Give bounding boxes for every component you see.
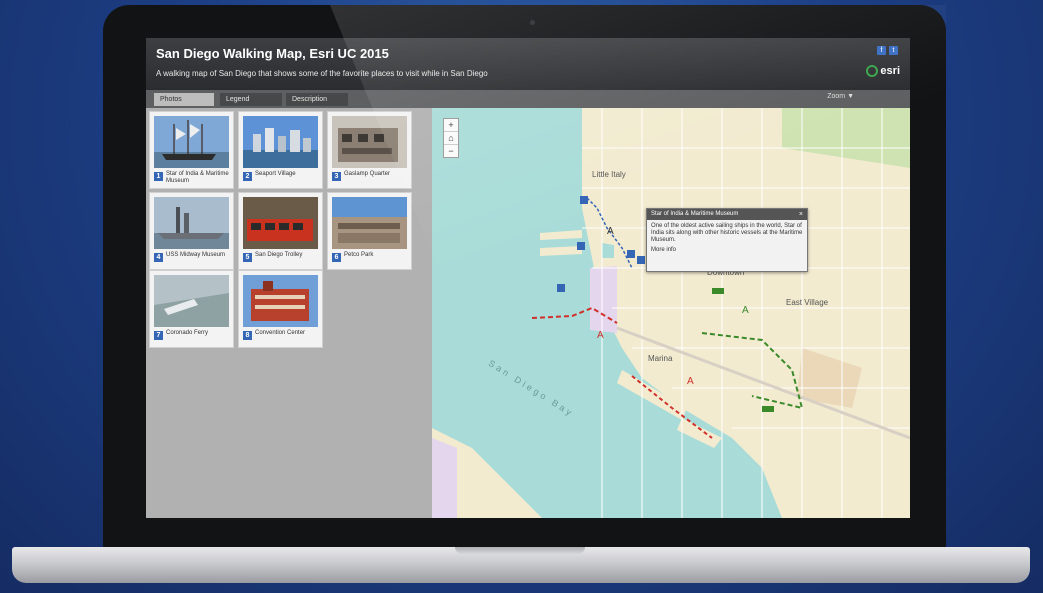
photo-card[interactable]: 4 USS Midway Museum [149,192,234,270]
photo-thumbnail [332,116,407,168]
photo-card[interactable]: 8 Convention Center [238,270,323,348]
card-title: Seaport Village [255,171,296,177]
photo-thumbnail [332,197,407,249]
card-number: 2 [243,172,252,181]
card-number: 8 [243,331,252,340]
laptop-notch [455,547,585,554]
photo-thumbnail [154,116,229,168]
svg-text:A: A [742,305,749,316]
svg-text:A: A [597,330,604,341]
app-title: San Diego Walking Map, Esri UC 2015 [156,46,389,61]
photo-thumbnail [154,197,229,249]
card-number: 1 [154,172,163,181]
photo-thumbnail [243,116,318,168]
photo-card[interactable]: 2 Seaport Village [238,111,323,189]
popup-more-link[interactable]: More info [647,247,807,253]
tab-photos[interactable]: Photos [154,93,214,106]
logo-text: esri [880,65,900,77]
popup-body: One of the oldest active sailing ships i… [651,223,803,243]
card-title: Petco Park [344,252,374,258]
map-label: East Village [786,298,829,307]
globe-icon [866,65,879,77]
home-icon[interactable]: ⌂ [444,132,458,145]
card-title: Coronado Ferry [166,330,209,336]
photo-panel: 1 Star of India & Maritime Museum 2 Seap… [146,108,432,518]
card-title: Star of India & Maritime Museum [166,171,229,184]
card-title: Gaslamp Quarter [344,171,391,177]
photo-card[interactable]: 3 Gaslamp Quarter [327,111,412,189]
card-number: 7 [154,331,163,340]
twitter-icon[interactable]: t [889,46,898,55]
zoom-out-button[interactable]: − [444,145,458,157]
card-number: 5 [243,253,252,262]
map-label: Marina [648,354,673,363]
photo-card[interactable]: 6 Petco Park [327,192,412,270]
card-number: 4 [154,253,163,262]
tab-description[interactable]: Description [286,93,348,106]
svg-text:A: A [607,226,614,237]
info-popup: Star of India & Maritime Museum × One of… [646,208,808,272]
map-label: Little Italy [592,170,626,179]
map-view[interactable]: A A A A + ⌂ − Little Italy Downtown Mari… [432,108,910,518]
camera-icon [530,20,535,25]
social-links: f t [877,46,898,55]
app-subtitle: A walking map of San Diego that shows so… [156,69,488,78]
close-icon[interactable]: × [799,209,803,220]
zoom-label: Zoom [827,93,846,100]
zoom-dropdown[interactable]: Zoom ▼ [827,93,854,100]
tab-bar: Photos Legend Description Zoom ▼ [146,90,910,108]
basemap: A A A A [432,108,910,518]
photo-card[interactable]: 5 San Diego Trolley [238,192,323,270]
card-title: Convention Center [255,330,306,336]
svg-text:A: A [687,376,694,387]
card-title: San Diego Trolley [255,252,303,258]
photo-card[interactable]: 7 Coronado Ferry [149,270,234,348]
popup-header: Star of India & Maritime Museum × [647,209,807,220]
esri-logo: esri [866,65,900,77]
card-number: 6 [332,253,341,262]
photo-thumbnail [243,275,318,327]
photo-card[interactable]: 1 Star of India & Maritime Museum [149,111,234,189]
app-header: San Diego Walking Map, Esri UC 2015 A wa… [146,38,910,90]
app-screen: San Diego Walking Map, Esri UC 2015 A wa… [146,38,910,518]
zoom-in-button[interactable]: + [444,119,458,132]
photo-thumbnail [243,197,318,249]
photo-thumbnail [154,275,229,327]
popup-title: Star of India & Maritime Museum [651,211,739,217]
card-number: 3 [332,172,341,181]
zoom-control: + ⌂ − [443,118,459,158]
tab-legend[interactable]: Legend [220,93,282,106]
facebook-icon[interactable]: f [877,46,886,55]
card-title: USS Midway Museum [166,252,226,258]
